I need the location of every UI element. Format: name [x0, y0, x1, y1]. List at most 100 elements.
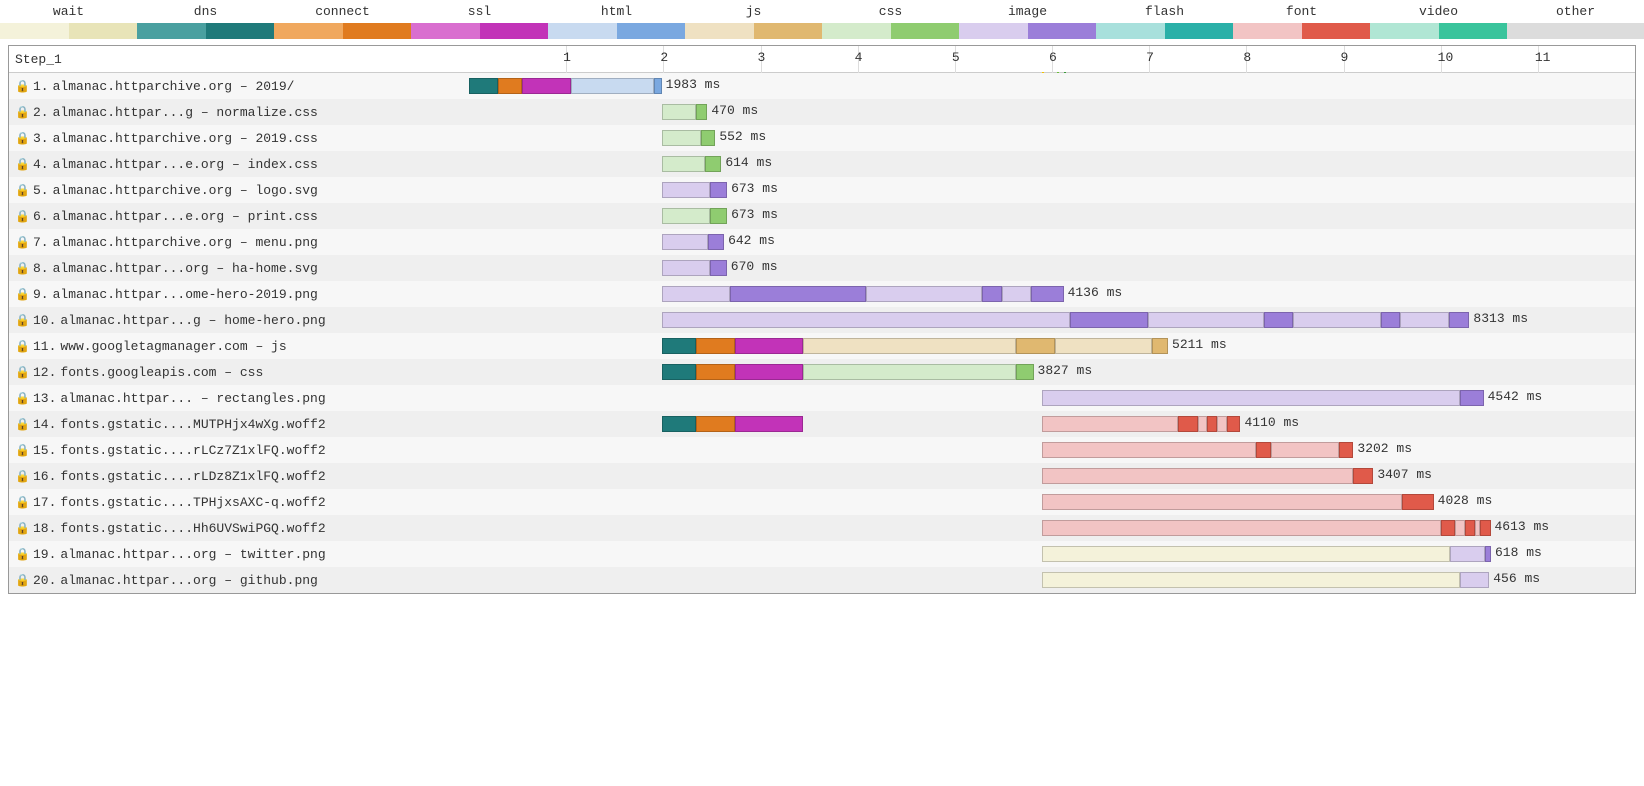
bar-segment: [1198, 416, 1208, 432]
legend-swatch: [1096, 23, 1233, 39]
lock-icon: 🔒: [15, 209, 29, 224]
resource-label: 🔒 3. almanac.httparchive.org – 2019.css: [9, 131, 469, 146]
legend-swatch: [0, 23, 137, 39]
legend-item-video[interactable]: video: [1370, 4, 1507, 39]
bar-segment: [662, 208, 711, 224]
resource-row[interactable]: 🔒12. fonts.googleapis.com – css3827 ms: [9, 359, 1635, 385]
resource-bar: 4028 ms: [469, 493, 1635, 511]
resource-row[interactable]: 🔒 7. almanac.httparchive.org – menu.png6…: [9, 229, 1635, 255]
duration-label: 3407 ms: [1377, 467, 1432, 482]
legend-item-font[interactable]: font: [1233, 4, 1370, 39]
legend: waitdnsconnectsslhtmljscssimageflashfont…: [0, 0, 1644, 45]
bar-segment: [1441, 520, 1456, 536]
legend-item-dns[interactable]: dns: [137, 4, 274, 39]
resource-url: almanac.httparchive.org – menu.png: [53, 235, 318, 250]
bar-segment: [1293, 312, 1380, 328]
resource-row[interactable]: 🔒20. almanac.httpar...org – github.png45…: [9, 567, 1635, 593]
legend-label: html: [548, 4, 685, 19]
legend-item-css[interactable]: css: [822, 4, 959, 39]
bar-segment: [1400, 312, 1449, 328]
resource-row[interactable]: 🔒 6. almanac.httpar...e.org – print.css6…: [9, 203, 1635, 229]
resource-row[interactable]: 🔒13. almanac.httpar... – rectangles.png4…: [9, 385, 1635, 411]
resource-number: 6.: [33, 209, 49, 224]
legend-item-wait[interactable]: wait: [0, 4, 137, 39]
bar-segment: [1460, 572, 1489, 588]
resource-number: 17.: [33, 495, 56, 510]
bar-segment: [730, 286, 866, 302]
resource-row[interactable]: 🔒19. almanac.httpar...org – twitter.png6…: [9, 541, 1635, 567]
resource-row[interactable]: 🔒 3. almanac.httparchive.org – 2019.css5…: [9, 125, 1635, 151]
resource-bar: 642 ms: [469, 233, 1635, 251]
resource-row[interactable]: 🔒11. www.googletagmanager.com – js5211 m…: [9, 333, 1635, 359]
resource-url: fonts.gstatic....rLCz7Z1xlFQ.woff2: [60, 443, 325, 458]
legend-item-image[interactable]: image: [959, 4, 1096, 39]
bar-segment: [1042, 520, 1440, 536]
bar-segment: [654, 78, 662, 94]
bar-segment: [1042, 416, 1178, 432]
resource-bar: 618 ms: [469, 545, 1635, 563]
resource-label: 🔒13. almanac.httpar... – rectangles.png: [9, 391, 469, 406]
resource-url: almanac.httparchive.org – 2019/: [53, 79, 295, 94]
lock-icon: 🔒: [15, 105, 29, 120]
resource-label: 🔒10. almanac.httpar...g – home-hero.png: [9, 313, 469, 328]
tick: 7: [1149, 46, 1158, 72]
legend-item-js[interactable]: js: [685, 4, 822, 39]
resource-row[interactable]: 🔒 4. almanac.httpar...e.org – index.css6…: [9, 151, 1635, 177]
resource-number: 4.: [33, 157, 49, 172]
lock-icon: 🔒: [15, 469, 29, 484]
bar-segment: [705, 156, 721, 172]
bar-segment: [662, 156, 706, 172]
resource-row[interactable]: 🔒18. fonts.gstatic....Hh6UVSwiPGQ.woff2 4…: [9, 515, 1635, 541]
bar-segment: [571, 78, 654, 94]
resource-row[interactable]: 🔒15. fonts.gstatic....rLCz7Z1xlFQ.woff23…: [9, 437, 1635, 463]
resource-row[interactable]: 🔒10. almanac.httpar...g – home-hero.png8…: [9, 307, 1635, 333]
bar-segment: [1178, 416, 1197, 432]
resource-bar: 3202 ms: [469, 441, 1635, 459]
bar-segment: [701, 130, 716, 146]
bar-segment: [662, 182, 711, 198]
resource-row[interactable]: 🔒17. fonts.gstatic....TPHjxsAXC-q.woff24…: [9, 489, 1635, 515]
resource-number: 2.: [33, 105, 49, 120]
legend-item-ssl[interactable]: ssl: [411, 4, 548, 39]
bar-segment: [696, 104, 708, 120]
resource-url: fonts.gstatic....rLDz8Z1xlFQ.woff2: [60, 469, 325, 484]
bar-segment: [1264, 312, 1293, 328]
resource-label: 🔒 8. almanac.httpar...org – ha-home.svg: [9, 261, 469, 276]
legend-swatch: [411, 23, 548, 39]
resource-row[interactable]: 🔒16. fonts.gstatic....rLDz8Z1xlFQ.woff23…: [9, 463, 1635, 489]
resource-row[interactable]: 🔒 2. almanac.httpar...g – normalize.css4…: [9, 99, 1635, 125]
bar-segment: [1016, 338, 1055, 354]
bar-segment: [1455, 520, 1465, 536]
bar-segment: [1031, 286, 1064, 302]
legend-item-flash[interactable]: flash: [1096, 4, 1233, 39]
resource-label: 🔒18. fonts.gstatic....Hh6UVSwiPGQ.woff2: [9, 521, 469, 536]
legend-item-connect[interactable]: connect: [274, 4, 411, 39]
legend-label: font: [1233, 4, 1370, 19]
tick: 6: [1052, 46, 1061, 72]
resource-row[interactable]: 🔒 9. almanac.httpar...ome-hero-2019.png4…: [9, 281, 1635, 307]
bar-segment: [1055, 338, 1152, 354]
resource-row[interactable]: 🔒 5. almanac.httparchive.org – logo.svg6…: [9, 177, 1635, 203]
bar-segment: [1148, 312, 1265, 328]
bar-segment: [1042, 390, 1460, 406]
legend-item-other[interactable]: other: [1507, 4, 1644, 39]
bar-segment: [1207, 416, 1217, 432]
bar-segment: [1070, 312, 1148, 328]
resource-label: 🔒 5. almanac.httparchive.org – logo.svg: [9, 183, 469, 198]
duration-label: 673 ms: [731, 207, 778, 222]
bar-segment: [662, 234, 709, 250]
legend-item-html[interactable]: html: [548, 4, 685, 39]
resource-url: almanac.httpar...org – ha-home.svg: [53, 261, 318, 276]
resource-row[interactable]: 🔒 8. almanac.httpar...org – ha-home.svg6…: [9, 255, 1635, 281]
resource-row[interactable]: 🔒14. fonts.gstatic....MUTPHjx4wXg.woff24…: [9, 411, 1635, 437]
resource-row[interactable]: 🔒 1. almanac.httparchive.org – 2019/1983…: [9, 73, 1635, 99]
lock-icon: 🔒: [15, 183, 29, 198]
bar-segment: [1042, 546, 1450, 562]
legend-label: dns: [137, 4, 274, 19]
resource-label: 🔒 2. almanac.httpar...g – normalize.css: [9, 105, 469, 120]
resource-bar: 456 ms: [469, 571, 1635, 589]
bar-segment: [866, 286, 983, 302]
duration-label: 642 ms: [728, 233, 775, 248]
duration-label: 4613 ms: [1495, 519, 1550, 534]
lock-icon: 🔒: [15, 157, 29, 172]
